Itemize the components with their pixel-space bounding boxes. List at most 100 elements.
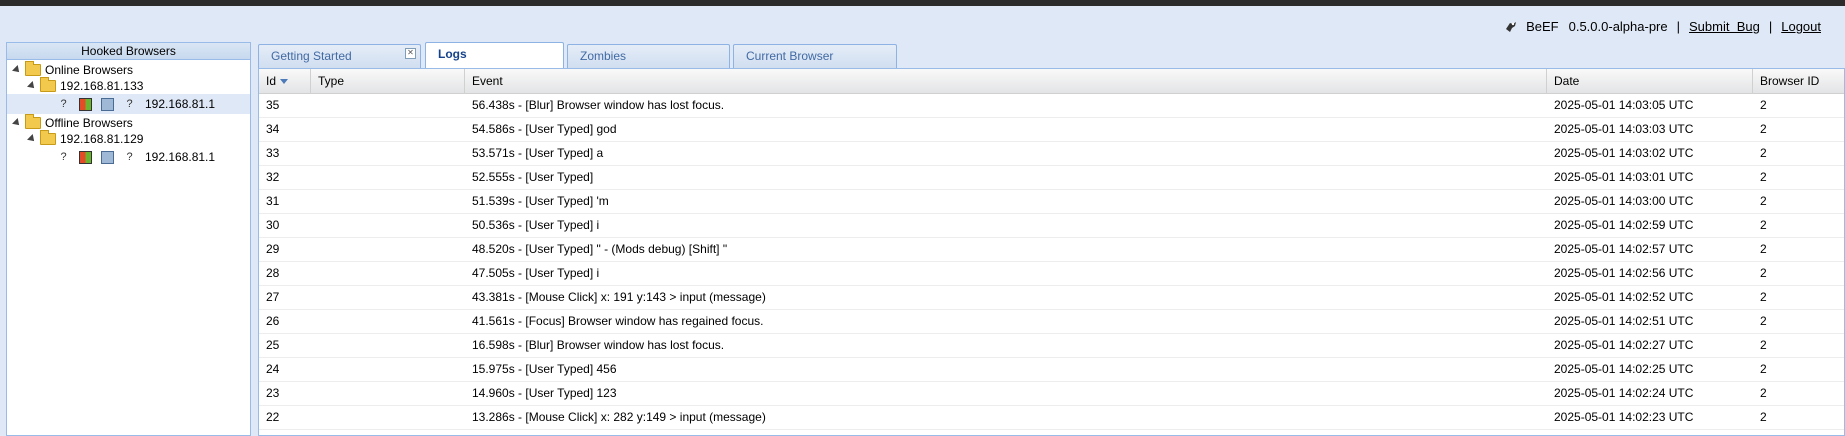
- cell-id: 25: [266, 338, 280, 352]
- cell-id: 33: [266, 146, 280, 160]
- tree-node-offline-host[interactable]: 192.168.81.129: [27, 129, 144, 149]
- cell-id: 22: [266, 410, 280, 424]
- cell-event: 14.960s - [User Typed] 123: [472, 386, 617, 400]
- header-links: BeEF 0.5.0.0-alpha-pre | Submit Bug | Lo…: [1504, 19, 1821, 34]
- expand-arrow-icon[interactable]: [27, 81, 37, 91]
- table-row[interactable]: 35 56.438s - [Blur] Browser window has lo…: [259, 94, 1844, 118]
- table-row[interactable]: 25 16.598s - [Blur] Browser window has lo…: [259, 334, 1844, 358]
- column-header-id[interactable]: Id: [259, 69, 311, 93]
- grid-header: Id Type Event Date Browser ID: [259, 69, 1844, 94]
- cell-id: 23: [266, 386, 280, 400]
- tree-label-offline-host: 192.168.81.129: [60, 132, 144, 146]
- cell-id: 24: [266, 362, 280, 376]
- cell-browser-id: 2: [1760, 314, 1767, 328]
- cell-date: 2025-05-01 14:02:56 UTC: [1554, 266, 1694, 280]
- table-row[interactable]: 33 53.571s - [User Typed] a 2025-05-01 14:…: [259, 142, 1844, 166]
- table-row[interactable]: 29 48.520s - [User Typed] " - (Mods debug…: [259, 238, 1844, 262]
- cell-browser-id: 2: [1760, 386, 1767, 400]
- folder-icon: [25, 61, 41, 76]
- cell-date: 2025-05-01 14:02:51 UTC: [1554, 314, 1694, 328]
- cell-date: 2025-05-01 14:02:22 UTC: [1547, 430, 1753, 435]
- sort-desc-icon: [280, 79, 289, 85]
- cell-type: [311, 334, 465, 357]
- table-row[interactable]: 31 51.539s - [User Typed] 'm 2025-05-01 14…: [259, 190, 1844, 214]
- cell-id: 32: [266, 170, 280, 184]
- submit-bug-link[interactable]: Submit Bug: [1689, 19, 1760, 34]
- expand-arrow-icon[interactable]: [27, 134, 37, 144]
- panel-title: Hooked Browsers: [7, 43, 250, 60]
- cell-type: [311, 310, 465, 333]
- separator: |: [1676, 19, 1681, 34]
- cell-date: 2025-05-01 14:02:59 UTC: [1554, 218, 1694, 232]
- tab-getting-started[interactable]: Getting Started ✕: [258, 44, 421, 68]
- separator: |: [1768, 19, 1773, 34]
- cell-type: [311, 358, 465, 381]
- tab-current-browser[interactable]: Current Browser: [733, 44, 897, 68]
- cell-event: 41.561s - [Focus] Browser window has reg…: [472, 314, 764, 328]
- windows-icon: [79, 150, 92, 164]
- expand-arrow-icon[interactable]: [12, 118, 22, 128]
- grid-body: 35 56.438s - [Blur] Browser window has lo…: [259, 94, 1844, 435]
- windows-icon: [79, 97, 92, 111]
- cell-event: 16.598s - [Blur] Browser window has lost…: [472, 338, 725, 352]
- column-header-date[interactable]: Date: [1547, 69, 1753, 93]
- cell-type: [311, 190, 465, 213]
- cell-event: 13.286s - [Mouse Click] x: 282 y:149 > i…: [472, 410, 766, 424]
- cell-browser-id: 2: [1760, 194, 1767, 208]
- cell-type: [311, 262, 465, 285]
- logout-link[interactable]: Logout: [1781, 19, 1821, 34]
- cell-id: 26: [266, 314, 280, 328]
- cell-browser-id: 2: [1760, 122, 1767, 136]
- cell-event: 12.223s - [Focus] Browser window has reg…: [465, 430, 1547, 435]
- cell-id: 29: [266, 242, 280, 256]
- cell-browser-id: 2: [1760, 98, 1767, 112]
- cell-browser-id: 2: [1760, 362, 1767, 376]
- tab-label: Logs: [438, 47, 467, 61]
- tree-label-offline-browser-ip: 192.168.81.1: [145, 150, 216, 164]
- table-row[interactable]: 23 14.960s - [User Typed] 123 2025-05-01 1…: [259, 382, 1844, 406]
- computer-icon: [101, 150, 114, 164]
- cell-browser-id: 2: [1753, 430, 1844, 435]
- table-row[interactable]: 21 12.223s - [Focus] Browser window has r…: [259, 430, 1844, 435]
- table-row[interactable]: 27 43.381s - [Mouse Click] x: 191 y:143 >…: [259, 286, 1844, 310]
- table-row[interactable]: 24 15.975s - [User Typed] 456 2025-05-01 1…: [259, 358, 1844, 382]
- table-row[interactable]: 26 41.561s - [Focus] Browser window has r…: [259, 310, 1844, 334]
- table-row[interactable]: 30 50.536s - [User Typed] i 2025-05-01 14:…: [259, 214, 1844, 238]
- cell-id: 30: [266, 218, 280, 232]
- cell-date: 2025-05-01 14:02:27 UTC: [1554, 338, 1694, 352]
- tab-logs[interactable]: Logs: [425, 42, 564, 68]
- column-header-event[interactable]: Event: [465, 69, 1547, 93]
- tab-label: Getting Started: [271, 49, 352, 63]
- cell-event: 50.536s - [User Typed] i: [472, 218, 600, 232]
- tree-node-offline-browser[interactable]: ? ? 192.168.81.1: [7, 147, 215, 167]
- cell-browser-id: 2: [1760, 218, 1767, 232]
- cell-date: 2025-05-01 14:03:05 UTC: [1554, 98, 1694, 112]
- cell-date: 2025-05-01 14:02:57 UTC: [1554, 242, 1694, 256]
- cell-type: [311, 94, 465, 117]
- close-icon[interactable]: ✕: [405, 48, 416, 59]
- cell-type: [311, 118, 465, 141]
- cell-date: 2025-05-01 14:02:23 UTC: [1554, 410, 1694, 424]
- cell-date: 2025-05-01 14:03:00 UTC: [1554, 194, 1694, 208]
- table-row[interactable]: 22 13.286s - [Mouse Click] x: 282 y:149 >…: [259, 406, 1844, 430]
- tree-node-online-browser[interactable]: ? ? 192.168.81.1: [7, 94, 250, 114]
- column-header-type[interactable]: Type: [311, 69, 465, 93]
- table-row[interactable]: 34 54.586s - [User Typed] god 2025-05-01 1…: [259, 118, 1844, 142]
- cell-id: 21: [259, 430, 311, 435]
- tree-node-online-host[interactable]: 192.168.81.133: [27, 76, 143, 96]
- table-row[interactable]: 32 52.555s - [User Typed] 2025-05-01 14:03…: [259, 166, 1844, 190]
- table-row[interactable]: 28 47.505s - [User Typed] i 2025-05-01 14:…: [259, 262, 1844, 286]
- expand-arrow-icon[interactable]: [12, 65, 22, 75]
- cell-event: 43.381s - [Mouse Click] x: 191 y:143 > i…: [472, 290, 766, 304]
- cell-event: 52.555s - [User Typed]: [472, 170, 594, 184]
- cell-event: 51.539s - [User Typed] 'm: [472, 194, 609, 208]
- column-header-label: Id: [266, 74, 277, 88]
- unknown-browser-icon: ?: [126, 97, 133, 110]
- cell-date: 2025-05-01 14:03:01 UTC: [1554, 170, 1694, 184]
- tab-zombies[interactable]: Zombies: [567, 44, 730, 68]
- cell-type: [311, 238, 465, 261]
- cell-browser-id: 2: [1760, 266, 1767, 280]
- column-header-browser-id[interactable]: Browser ID: [1753, 69, 1844, 93]
- hooked-browsers-panel: Hooked Browsers Online Browsers 192.168.…: [6, 42, 251, 436]
- cell-browser-id: 2: [1760, 242, 1767, 256]
